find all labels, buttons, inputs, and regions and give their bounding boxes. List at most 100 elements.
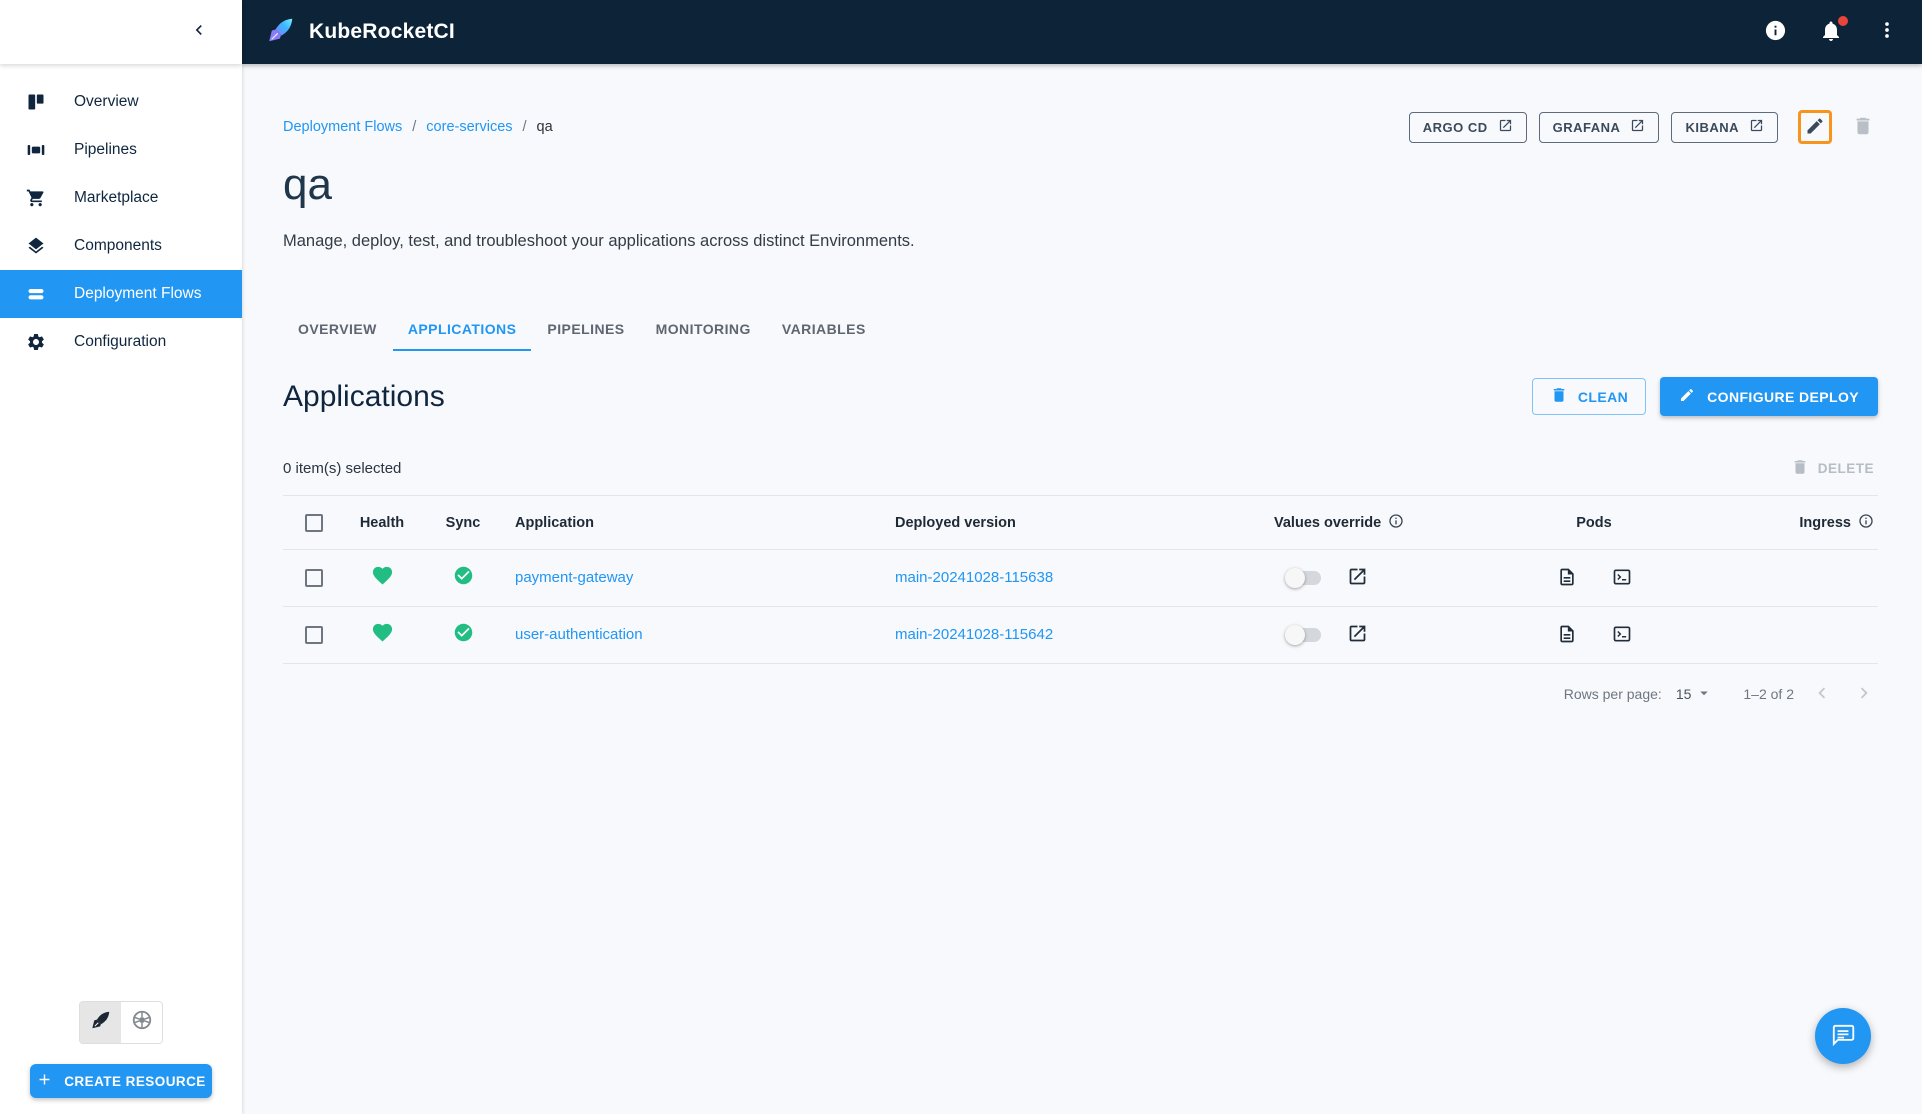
- sidebar-item-overview[interactable]: Overview: [0, 78, 242, 126]
- column-header-values-override: Values override: [1274, 513, 1514, 533]
- kibana-link-button[interactable]: KIBANA: [1671, 111, 1778, 143]
- column-header-pods: Pods: [1576, 514, 1612, 531]
- column-header-deployed-version: Deployed version: [895, 514, 1016, 531]
- pagination-range: 1–2 of 2: [1743, 686, 1794, 702]
- trash-icon: [1550, 386, 1568, 407]
- pipelines-icon: [25, 139, 47, 161]
- sync-status-synced: [425, 565, 501, 591]
- breadcrumb-link-core-services[interactable]: core-services: [426, 119, 512, 135]
- previous-page-button[interactable]: [1808, 680, 1836, 708]
- values-override-label: Values override: [1274, 514, 1382, 531]
- external-link-icon: [1347, 623, 1368, 647]
- create-resource-label: CREATE RESOURCE: [64, 1073, 206, 1089]
- info-icon: [1764, 19, 1787, 47]
- terminal-icon: [1612, 624, 1632, 647]
- rows-per-page-label: Rows per page:: [1563, 686, 1662, 702]
- grafana-link-button[interactable]: GRAFANA: [1538, 111, 1660, 143]
- deployed-version-link[interactable]: main-20241028-115642: [895, 626, 1053, 643]
- configure-deploy-button[interactable]: CONFIGURE DEPLOY: [1660, 377, 1878, 416]
- sidebar-item-components[interactable]: Components: [0, 222, 242, 270]
- sidebar-item-marketplace[interactable]: Marketplace: [0, 174, 242, 222]
- selected-count-text: 0 item(s) selected: [283, 460, 402, 477]
- chevron-left-icon: [1811, 682, 1833, 707]
- open-values-button[interactable]: [1345, 566, 1369, 590]
- sync-status-synced: [425, 622, 501, 648]
- sidebar-collapse-button[interactable]: [184, 17, 214, 47]
- check-circle-icon: [453, 565, 474, 591]
- sidebar-item-label: Overview: [74, 93, 139, 110]
- open-values-button[interactable]: [1345, 623, 1369, 647]
- trash-icon: [1791, 458, 1809, 479]
- chat-icon: [1830, 1022, 1856, 1051]
- tab-monitoring[interactable]: MONITORING: [641, 307, 766, 351]
- sidebar-item-configuration[interactable]: Configuration: [0, 318, 242, 366]
- main-area: KubeRocketCI Deployment Flows / core-ser…: [242, 0, 1922, 1114]
- rows-per-page-value: 15: [1675, 686, 1692, 702]
- external-link-icon: [1498, 118, 1513, 136]
- kebab-menu-icon: [1876, 19, 1898, 46]
- chat-fab-button[interactable]: [1815, 1008, 1871, 1064]
- sidebar-item-label: Components: [74, 237, 162, 254]
- rocket-view-button[interactable]: [80, 1002, 121, 1043]
- brand: KubeRocketCI: [266, 15, 455, 50]
- tab-variables[interactable]: VARIABLES: [767, 307, 881, 351]
- column-header-application: Application: [515, 514, 594, 531]
- deployment-flows-icon: [25, 283, 47, 305]
- tab-applications[interactable]: APPLICATIONS: [392, 307, 532, 351]
- trash-icon: [1852, 115, 1874, 140]
- row-checkbox[interactable]: [305, 626, 323, 644]
- create-resource-button[interactable]: CREATE RESOURCE: [30, 1064, 212, 1098]
- pod-terminal-button[interactable]: [1610, 623, 1634, 647]
- external-link-icon: [1347, 566, 1368, 590]
- plus-icon: [36, 1071, 53, 1091]
- info-outline-icon[interactable]: [1858, 513, 1874, 533]
- delete-environment-button[interactable]: [1848, 112, 1878, 142]
- deployed-version-link[interactable]: main-20241028-115638: [895, 569, 1053, 586]
- external-link-icon: [1749, 118, 1764, 136]
- breadcrumb-separator: /: [522, 119, 527, 135]
- tab-overview[interactable]: OVERVIEW: [283, 307, 392, 351]
- breadcrumb-link-deployment-flows[interactable]: Deployment Flows: [283, 119, 402, 135]
- notifications-button[interactable]: [1818, 16, 1848, 45]
- application-link[interactable]: user-authentication: [515, 626, 643, 643]
- tab-pipelines[interactable]: PIPELINES: [532, 307, 639, 351]
- select-all-checkbox[interactable]: [305, 513, 323, 532]
- kubernetes-view-button[interactable]: [121, 1002, 162, 1043]
- application-link[interactable]: payment-gateway: [515, 569, 633, 586]
- document-icon: [1557, 624, 1577, 647]
- more-menu-button[interactable]: [1874, 19, 1900, 45]
- topbar: KubeRocketCI: [242, 0, 1922, 64]
- rows-per-page-select[interactable]: 15: [1676, 684, 1714, 705]
- sidebar-item-pipelines[interactable]: Pipelines: [0, 126, 242, 174]
- pencil-icon: [1805, 116, 1825, 139]
- info-button[interactable]: [1762, 19, 1788, 45]
- column-header-sync: Sync: [445, 514, 481, 531]
- breadcrumb-current: qa: [536, 119, 553, 135]
- app-title: KubeRocketCI: [309, 20, 455, 43]
- sidebar-nav: Overview Pipelines Marketplace Component…: [0, 64, 242, 1001]
- delete-selected-button[interactable]: DELETE: [1791, 458, 1878, 479]
- info-outline-icon[interactable]: [1388, 513, 1404, 533]
- page-description: Manage, deploy, test, and troubleshoot y…: [283, 232, 915, 250]
- sidebar-item-deployment-flows[interactable]: Deployment Flows: [0, 270, 242, 318]
- check-circle-icon: [453, 622, 474, 648]
- column-header-ingress: Ingress: [1674, 513, 1878, 533]
- table-row: user-authentication main-20241028-115642: [283, 607, 1878, 664]
- applications-heading: Applications: [283, 379, 445, 413]
- pod-logs-button[interactable]: [1555, 623, 1579, 647]
- argocd-link-button[interactable]: ARGO CD: [1408, 111, 1527, 143]
- pod-terminal-button[interactable]: [1610, 566, 1634, 590]
- edit-environment-button[interactable]: [1798, 110, 1832, 144]
- row-checkbox[interactable]: [305, 569, 323, 587]
- values-override-toggle[interactable]: [1285, 568, 1321, 588]
- values-override-toggle[interactable]: [1285, 625, 1321, 645]
- heart-icon: [371, 621, 394, 649]
- overview-icon: [25, 91, 47, 113]
- next-page-button[interactable]: [1850, 680, 1878, 708]
- configuration-icon: [25, 331, 47, 353]
- pod-logs-button[interactable]: [1555, 566, 1579, 590]
- sidebar-item-label: Marketplace: [74, 189, 159, 206]
- clean-button[interactable]: CLEAN: [1531, 378, 1647, 415]
- marketplace-icon: [25, 187, 47, 209]
- sidebar-item-label: Deployment Flows: [74, 285, 202, 302]
